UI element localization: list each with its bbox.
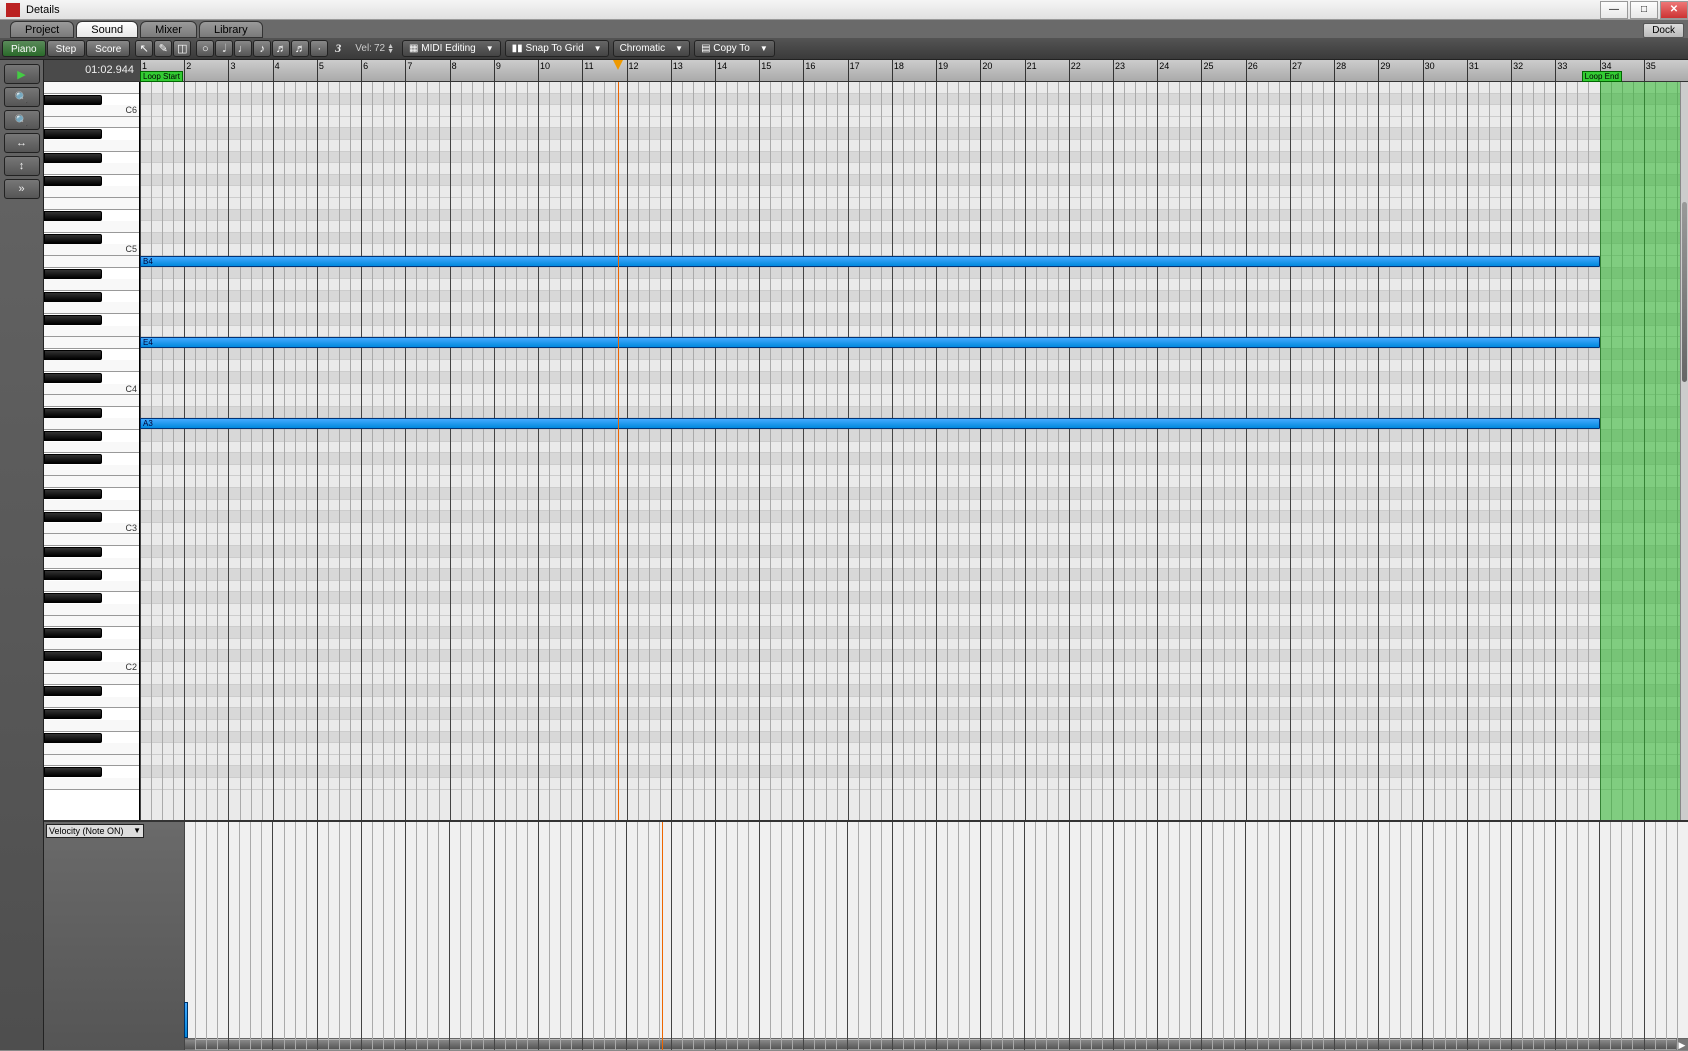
midi-note[interactable]: A3 [140, 418, 1600, 429]
time-ruler-area: 01:02.944 123456789101112131415161718192… [44, 60, 1688, 82]
piano-keys[interactable]: C6C5C4C3C2 [44, 82, 140, 820]
whole-note-button[interactable]: ○ [196, 40, 214, 57]
vertical-scrollbar[interactable] [1680, 82, 1688, 820]
eraser-tool-button[interactable]: ◫ [173, 40, 191, 57]
quarter-note-button[interactable]: ♩ [234, 40, 252, 57]
titlebar: Details — □ ✕ [0, 0, 1688, 20]
view-tabbar: Project Sound Mixer Library Dock [0, 20, 1688, 38]
note-grid[interactable]: B4 E4 A3 [140, 82, 1688, 820]
window-title: Details [26, 4, 60, 16]
close-button[interactable]: ✕ [1660, 1, 1688, 19]
zoom-in-button[interactable]: 🔍 [4, 87, 40, 107]
zoom-fit-h-button[interactable]: ↔ [4, 133, 40, 153]
scale-dropdown[interactable]: Chromatic▼ [613, 40, 691, 57]
timecode-display: 01:02.944 [44, 60, 140, 81]
snap-dropdown[interactable]: ▮▮ Snap To Grid▼ [505, 40, 609, 57]
window-controls: — □ ✕ [1598, 1, 1688, 19]
midi-note[interactable]: B4 [140, 256, 1600, 267]
controller-lane-sidebar: Velocity (Note ON)▼ [44, 822, 184, 1050]
viewtab-piano[interactable]: Piano [2, 40, 46, 57]
scroll-right-button[interactable]: ▶ [1676, 1039, 1688, 1050]
copy-dropdown[interactable]: ▤ Copy To▼ [694, 40, 775, 57]
tab-sound[interactable]: Sound [76, 21, 138, 38]
velocity-label: Vel: [355, 43, 372, 54]
viewtab-score[interactable]: Score [86, 40, 130, 57]
play-button[interactable]: ▶ [4, 64, 40, 84]
velocity-spinner[interactable]: ▲▼ [387, 44, 394, 54]
velocity-value: 72 [374, 43, 385, 54]
half-note-button[interactable]: 𝅗𝅥 [215, 40, 233, 57]
scrollbar-thumb[interactable] [1682, 202, 1687, 382]
zoom-fit-v-button[interactable]: ↕ [4, 156, 40, 176]
velocity-field[interactable]: Vel: 72 ▲▼ [351, 43, 398, 54]
velocity-bar[interactable] [184, 1002, 188, 1038]
pencil-tool-button[interactable]: ✎ [154, 40, 172, 57]
tab-library[interactable]: Library [199, 21, 263, 38]
eighth-note-button[interactable]: ♪ [253, 40, 271, 57]
toolbar: Piano Step Score ↖ ✎ ◫ ○ 𝅗𝅥 ♩ ♪ ♬ ♬ · 3 … [0, 38, 1688, 60]
tab-project[interactable]: Project [10, 21, 74, 38]
viewtab-step[interactable]: Step [47, 40, 86, 57]
minimize-button[interactable]: — [1600, 1, 1628, 19]
midi-note[interactable]: E4 [140, 337, 1600, 348]
time-ruler[interactable]: 1234567891011121314151617181920212223242… [140, 60, 1688, 81]
triplet-value[interactable]: 3 [335, 41, 341, 56]
controller-type-dropdown[interactable]: Velocity (Note ON)▼ [46, 824, 144, 838]
sixteenth-note-button[interactable]: ♬ [272, 40, 290, 57]
mode-dropdown[interactable]: ▦ MIDI Editing▼ [402, 40, 501, 57]
zoom-out-button[interactable]: 🔍 [4, 110, 40, 130]
pointer-tool-button[interactable]: ↖ [135, 40, 153, 57]
left-toolbar: ▶ 🔍 🔍 ↔ ↕ » [0, 60, 44, 1050]
tab-mixer[interactable]: Mixer [140, 21, 197, 38]
velocity-editor[interactable]: ◀ ▶ [184, 822, 1688, 1050]
dotted-note-button[interactable]: · [310, 40, 328, 57]
dock-button[interactable]: Dock [1643, 23, 1684, 38]
app-icon [6, 3, 20, 17]
expand-button[interactable]: » [4, 179, 40, 199]
controller-lane: Velocity (Note ON)▼ ◀ ▶ [44, 820, 1688, 1050]
thirtysecond-note-button[interactable]: ♬ [291, 40, 309, 57]
maximize-button[interactable]: □ [1630, 1, 1658, 19]
piano-roll: C6C5C4C3C2 B4 E4 A3 [44, 82, 1688, 820]
